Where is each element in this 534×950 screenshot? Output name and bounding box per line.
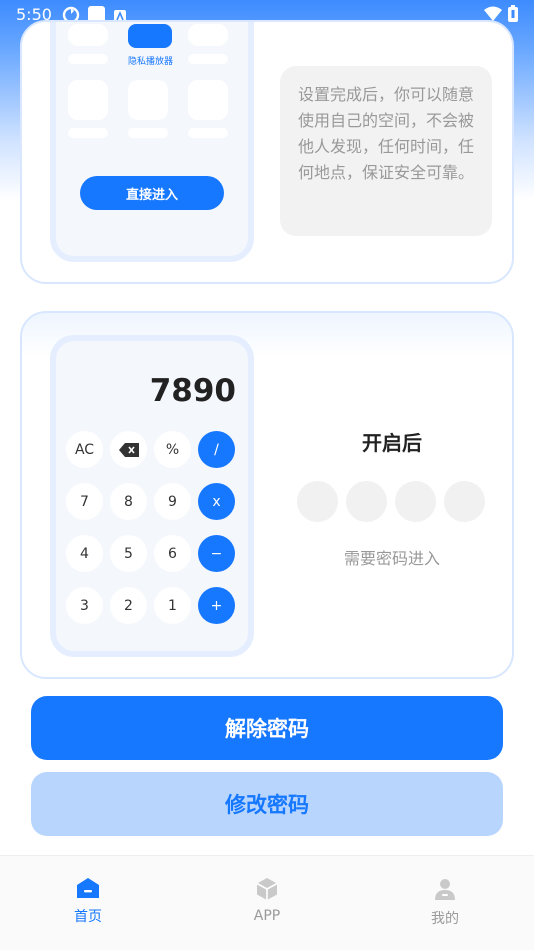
key-9: 9 (154, 483, 191, 520)
pin-dot (395, 481, 436, 522)
key-6: 6 (154, 535, 191, 572)
nav-home-label: 首页 (74, 909, 102, 925)
key-3: 3 (66, 587, 103, 624)
remove-password-button[interactable]: 解除密码 (31, 696, 503, 760)
privacy-intro-card: 隐私播放器 直接进入 设置完成后，你可以随意使用自己的空间，不会被他人发现，任何… (20, 20, 514, 284)
after-enable-title: 开启后 (362, 431, 422, 455)
key-4: 4 (66, 535, 103, 572)
home-icon (77, 878, 99, 902)
bottom-nav: 首页 APP 我的 (0, 855, 534, 950)
app-tile-label-bar (188, 54, 228, 64)
cube-icon (256, 878, 278, 904)
pin-dot (297, 481, 338, 522)
privacy-player-app-icon (128, 24, 172, 48)
key-5: 5 (110, 535, 147, 572)
backspace-icon (110, 431, 147, 468)
key-ac: AC (66, 431, 103, 468)
app-tile-label-bar (68, 54, 108, 64)
app-tile-label-bar (188, 128, 228, 138)
pin-dot (444, 481, 485, 522)
app-tile (188, 24, 228, 46)
nav-mine[interactable]: 我的 (405, 878, 485, 928)
app-tile (188, 80, 228, 120)
need-password-text: 需要密码进入 (343, 549, 440, 568)
nav-app-label: APP (253, 908, 281, 924)
privacy-player-label: 隐私播放器 (128, 57, 174, 67)
key-8: 8 (110, 483, 147, 520)
key-minus: − (198, 535, 235, 572)
user-icon (435, 879, 455, 904)
nav-app[interactable]: APP (227, 878, 307, 924)
phone-mockup: 隐私播放器 直接进入 (50, 22, 254, 262)
calculator-disguise-card: 7890 AC % / 7 8 9 x 4 5 6 − 3 2 1 + 开启后 … (20, 311, 514, 679)
app-tile-label-bar (128, 128, 168, 138)
key-2: 2 (110, 587, 147, 624)
nav-mine-label: 我的 (431, 911, 459, 927)
key-7: 7 (66, 483, 103, 520)
app-tile (68, 24, 108, 46)
calculator-display: 7890 (149, 373, 236, 409)
nav-home[interactable]: 首页 (48, 878, 128, 926)
key-1: 1 (154, 587, 191, 624)
calculator-mockup: 7890 AC % / 7 8 9 x 4 5 6 − 3 2 1 + (50, 335, 254, 657)
app-tile (128, 80, 168, 120)
enter-directly-button[interactable]: 直接进入 (80, 176, 224, 210)
battery-icon (508, 5, 518, 26)
key-multiply: x (198, 483, 235, 520)
modify-password-button[interactable]: 修改密码 (31, 772, 503, 836)
app-tile (68, 80, 108, 120)
pin-dot (346, 481, 387, 522)
app-tile-label-bar (68, 128, 108, 138)
key-plus: + (198, 587, 235, 624)
key-divide: / (198, 431, 235, 468)
key-percent: % (154, 431, 191, 468)
setup-description: 设置完成后，你可以随意使用自己的空间，不会被他人发现，任何时间，任何地点，保证安… (280, 66, 492, 236)
